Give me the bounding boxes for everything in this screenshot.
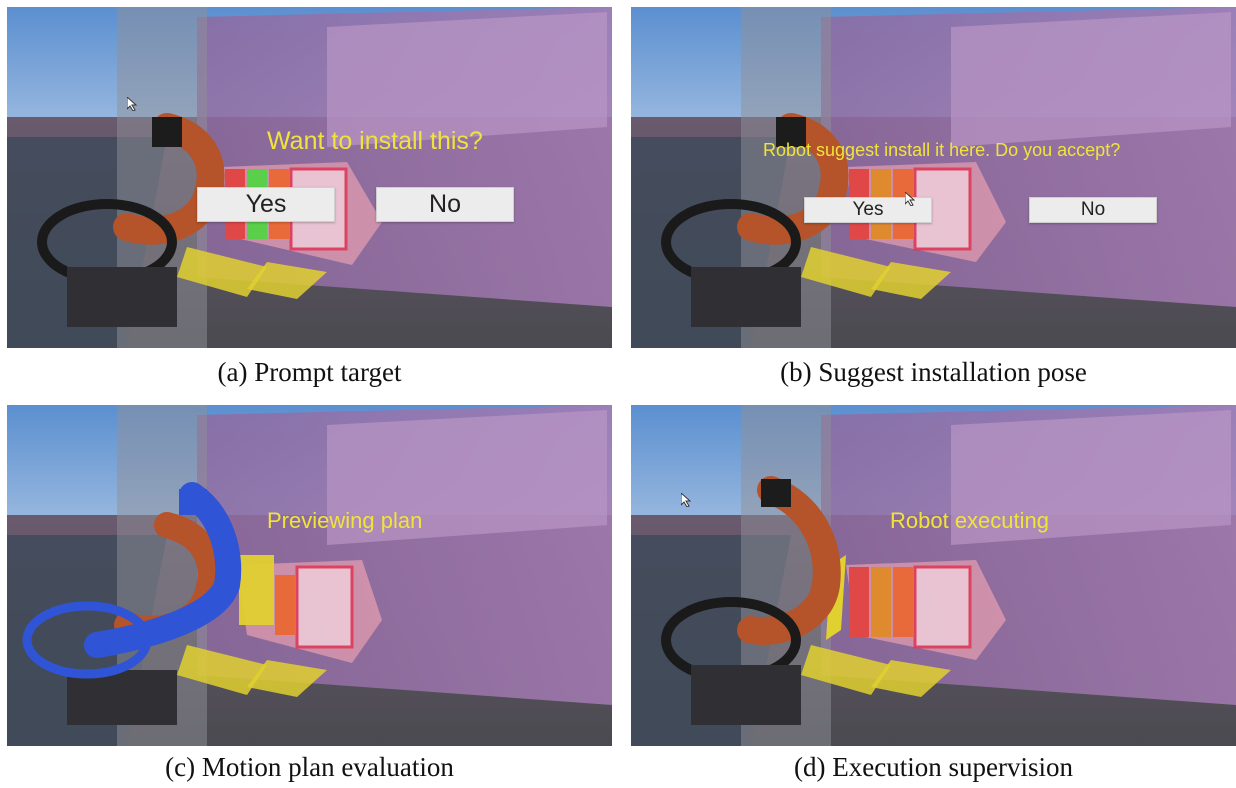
caption-a: (a) Prompt target	[217, 357, 402, 387]
panel-motion-plan-evaluation: Previewing plan	[7, 405, 612, 746]
scene-render	[7, 405, 612, 746]
no-button[interactable]: No	[376, 187, 514, 222]
mouse-cursor-icon	[126, 95, 138, 112]
prompt-text: Want to install this?	[267, 127, 483, 155]
caption-b: (b) Suggest installation pose	[780, 357, 1087, 387]
no-button[interactable]: No	[1029, 197, 1157, 223]
panel-suggest-installation-pose: Robot suggest install it here. Do you ac…	[631, 7, 1236, 348]
status-text: Previewing plan	[267, 508, 423, 533]
status-text: Robot executing	[890, 508, 1049, 533]
scene-render	[631, 7, 1236, 348]
scene-render	[7, 7, 612, 348]
panel-execution-supervision: Robot executing	[631, 405, 1236, 746]
yes-button[interactable]: Yes	[197, 187, 335, 222]
caption-d: (d) Execution supervision	[794, 752, 1073, 782]
mouse-cursor-icon	[904, 190, 916, 207]
panel-prompt-target: Want to install this? Yes No	[7, 7, 612, 348]
scene-render	[631, 405, 1236, 746]
caption-c: (c) Motion plan evaluation	[165, 752, 454, 782]
mouse-cursor-icon	[680, 491, 692, 508]
prompt-text: Robot suggest install it here. Do you ac…	[763, 140, 1121, 160]
